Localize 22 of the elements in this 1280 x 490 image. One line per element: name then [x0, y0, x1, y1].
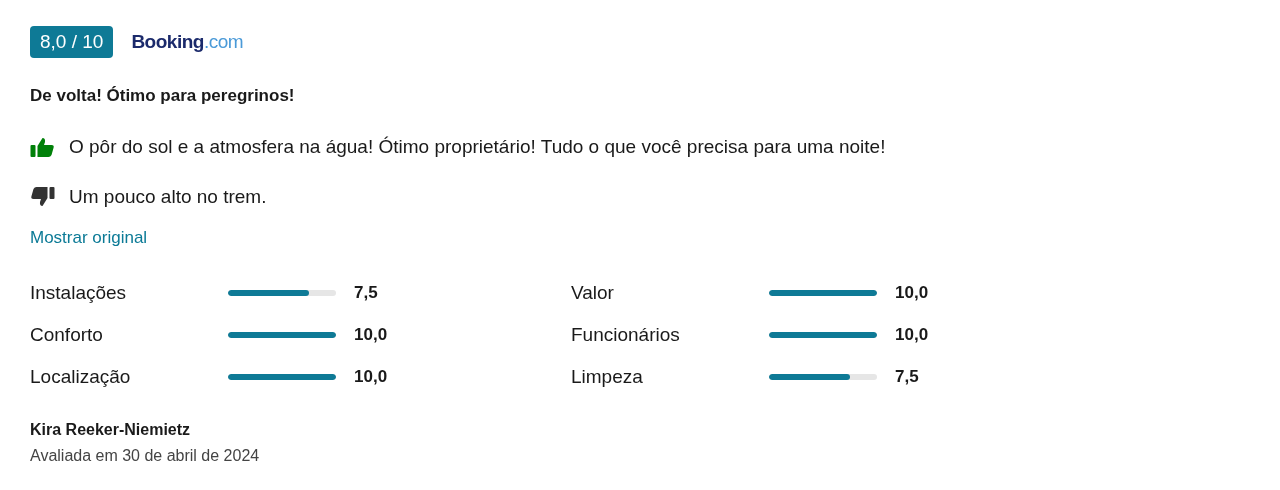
show-original-link[interactable]: Mostrar original: [30, 228, 148, 248]
category-label: Funcionários: [571, 324, 681, 346]
category-label: Valor: [571, 282, 615, 304]
comment-text: O pôr do sol e a atmosfera na água! Ótimo proprietário! Tudo o que você precisa para uma noite!: [69, 136, 886, 158]
review-date: Avaliada em 30 de abril de 2024: [30, 447, 261, 465]
category-label: Conforto: [30, 324, 104, 346]
comment-text: Um pouco alto no trem.: [69, 186, 267, 208]
category-score: 10,0: [895, 325, 929, 345]
review-title: De volta! Ótimo para peregrinos!: [30, 86, 296, 106]
category-score: 10,0: [895, 283, 929, 303]
thumbs-up-icon: [30, 137, 55, 157]
category-score: 7,5: [895, 367, 919, 387]
category-label: Instalações: [30, 282, 128, 304]
category-score: 10,0: [354, 325, 388, 345]
logo-text: Booking.com: [131, 31, 244, 53]
reviewer-name: Kira Reeker-Niemietz: [30, 421, 192, 439]
category-label: Localização: [30, 366, 132, 388]
category-score: 7,5: [354, 283, 378, 303]
category-score: 10,0: [354, 367, 388, 387]
score-badge: 8,0 / 10: [30, 26, 114, 58]
thumbs-down-icon: [30, 187, 55, 207]
category-label: Limpeza: [571, 366, 644, 388]
